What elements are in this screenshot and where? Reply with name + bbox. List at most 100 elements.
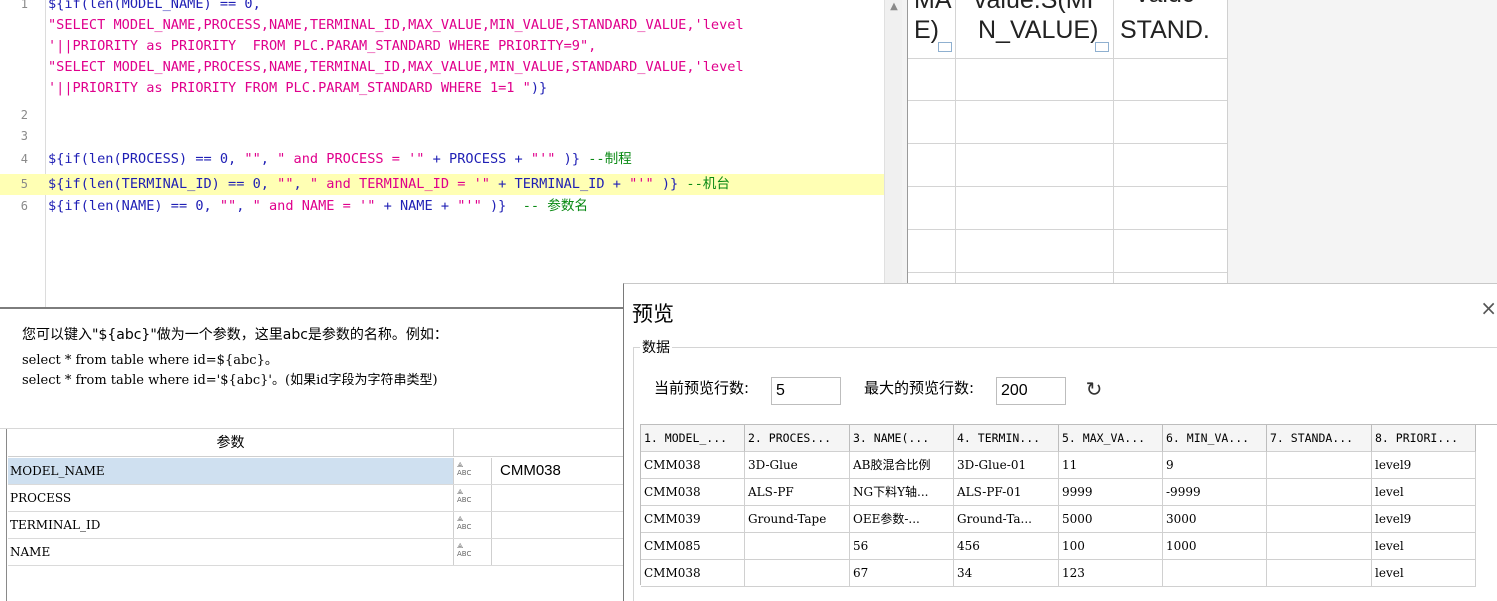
grid-cell: 34: [954, 560, 1059, 587]
close-icon[interactable]: ×: [1480, 296, 1497, 320]
code-token: --制程: [588, 151, 632, 167]
code-token: )}: [555, 151, 589, 167]
column-header[interactable]: 2. PROCES...: [745, 425, 850, 452]
grid-cell: ALS-PF: [745, 479, 850, 506]
parameter-row[interactable]: PROCESS ⟁ ABC: [8, 485, 630, 512]
grid-cell: 11: [1059, 452, 1163, 479]
code-token: "SELECT MODEL_NAME,PROCESS,NAME,TERMINAL…: [48, 17, 744, 33]
hint-line-3: select * from table where id='${abc}'。(如…: [22, 373, 438, 388]
code-token: "'": [629, 176, 654, 192]
code-line[interactable]: '||PRIORITY as PRIORITY FROM PLC.PARAM_S…: [0, 36, 884, 57]
max-rows-label: 最大的预览行数:: [864, 379, 975, 397]
current-rows-input[interactable]: 5: [771, 377, 841, 405]
grid-cell: [1267, 506, 1372, 533]
column-header[interactable]: 4. TERMIN...: [954, 425, 1059, 452]
column-header[interactable]: 1. MODEL_...: [641, 425, 745, 452]
grid-cell: [1267, 533, 1372, 560]
column-header[interactable]: 7. STANDA...: [1267, 425, 1372, 452]
hint-line-1: 您可以键入"${abc}"做为一个参数，这里abc是参数的名称。例如：: [22, 327, 448, 343]
grid-cell: [745, 560, 850, 587]
code-token: " and PROCESS = '": [277, 151, 425, 167]
parameter-name: MODEL_NAME: [8, 458, 454, 484]
code-line[interactable]: '||PRIORITY as PRIORITY FROM PLC.PARAM_S…: [0, 78, 884, 99]
grid-header-checkbox[interactable]: [1095, 42, 1109, 52]
refresh-icon[interactable]: ↻: [1082, 377, 1106, 401]
grid-cell: 3D-Glue: [745, 452, 850, 479]
parameter-value-input[interactable]: [491, 539, 630, 565]
code-text: "SELECT MODEL_NAME,PROCESS,NAME,TERMINAL…: [48, 15, 744, 36]
code-line[interactable]: 3: [0, 126, 884, 147]
line-number: 2: [20, 108, 28, 122]
parameter-value-input[interactable]: CMM038: [491, 458, 630, 484]
dialog-title: 预览: [632, 302, 674, 326]
code-token: " and NAME = '": [252, 198, 376, 214]
grid-row-divider: [908, 272, 1227, 273]
preview-data-grid[interactable]: 1. MODEL_... 2. PROCES... 3. NAME(... 4. TE…: [640, 424, 1497, 587]
grid-header-checkbox[interactable]: [938, 42, 952, 52]
code-token: ,: [260, 151, 278, 167]
group-label: 数据: [640, 337, 672, 357]
parameter-table[interactable]: 参数 MODEL_NAME ⟁ ABC CMM038 PROCESS ⟁ ABC TERMIN…: [0, 428, 630, 601]
code-token: '||PRIORITY as PRIORITY FROM PLC.PARAM_S…: [48, 80, 531, 96]
code-token: '||PRIORITY as PRIORITY FROM PLC.PARAM_S…: [48, 38, 597, 54]
code-token: "SELECT MODEL_NAME,PROCESS,NAME,TERMINAL…: [48, 59, 744, 75]
abc-type-icon[interactable]: ⟁ ABC: [457, 542, 483, 562]
grid-row-divider: [908, 100, 1227, 101]
parameter-hint-panel: 您可以键入"${abc}"做为一个参数，这里abc是参数的名称。例如： sele…: [0, 311, 630, 426]
grid-row-divider: [908, 186, 1227, 187]
abc-type-icon[interactable]: ⟁ ABC: [457, 461, 483, 481]
code-text: "SELECT MODEL_NAME,PROCESS,NAME,TERMINAL…: [48, 57, 744, 78]
max-rows-input[interactable]: 200: [996, 377, 1066, 405]
column-header[interactable]: 3. NAME(...: [850, 425, 954, 452]
code-token: -- 参数名: [522, 198, 589, 214]
code-line[interactable]: 6 ${if(len(NAME) == 0, "", " and NAME = '…: [0, 196, 884, 217]
parameter-row[interactable]: MODEL_NAME ⟁ ABC CMM038: [8, 458, 630, 485]
column-header[interactable]: 6. MIN_VA...: [1163, 425, 1267, 452]
grid-header-1-sub: E): [914, 16, 939, 44]
code-token: ,: [236, 198, 253, 214]
code-token: ,: [293, 176, 310, 192]
editor-vertical-scrollbar[interactable]: ▲: [884, 0, 902, 307]
parameter-value-input[interactable]: [491, 485, 630, 511]
preview-dialog[interactable]: 预览 × 数据 当前预览行数: 5 最大的预览行数: 200 ↻ 1. MODE…: [623, 283, 1497, 601]
parameter-row[interactable]: TERMINAL_ID ⟁ ABC: [8, 512, 630, 539]
grid-cell: level: [1372, 560, 1476, 587]
line-number: 1: [20, 0, 28, 11]
abc-type-icon[interactable]: ⟁ ABC: [457, 488, 483, 508]
grid-cell: Ground-Tape: [745, 506, 850, 533]
code-line[interactable]: 4 ${if(len(PROCESS) == 0, "", " and PROCE…: [0, 149, 884, 170]
line-number: 4: [20, 152, 28, 166]
code-text: '||PRIORITY as PRIORITY FROM PLC.PARAM_S…: [48, 78, 547, 99]
parameter-name: PROCESS: [8, 485, 454, 511]
grid-header-2: value.S(MI: [974, 0, 1094, 14]
column-header[interactable]: 5. MAX_VA...: [1059, 425, 1163, 452]
column-header[interactable]: 8. PRIORI...: [1372, 425, 1476, 452]
grid-cell: 9: [1163, 452, 1267, 479]
grid-header-1: MA: [914, 0, 952, 14]
grid-cell: 9999: [1059, 479, 1163, 506]
hint-line-2: select * from table where id=${abc}。: [22, 353, 278, 368]
abc-type-icon[interactable]: ⟁ ABC: [457, 515, 483, 535]
grid-cell: -9999: [1163, 479, 1267, 506]
grid-cell: 3D-Glue-01: [954, 452, 1059, 479]
parameter-row[interactable]: NAME ⟁ ABC: [8, 539, 630, 566]
code-line[interactable]: "SELECT MODEL_NAME,PROCESS,NAME,TERMINAL…: [0, 15, 884, 36]
parameter-name: TERMINAL_ID: [8, 512, 454, 538]
grid-cell: 123: [1059, 560, 1163, 587]
grid-row-divider: [908, 58, 1227, 59]
parameter-value-input[interactable]: [491, 512, 630, 538]
grid-cell: 1000: [1163, 533, 1267, 560]
grid-cell: level9: [1372, 506, 1476, 533]
code-line[interactable]: 2: [0, 105, 884, 126]
code-token: + TERMINAL_ID +: [489, 176, 630, 192]
code-text: '||PRIORITY as PRIORITY FROM PLC.PARAM_S…: [48, 36, 596, 57]
code-line[interactable]: 1 ${if(len(MODEL_NAME) == 0,: [0, 0, 884, 15]
scroll-up-icon[interactable]: ▲: [885, 0, 903, 16]
code-line[interactable]: "SELECT MODEL_NAME,PROCESS,NAME,TERMINAL…: [0, 57, 884, 78]
sql-editor[interactable]: 1 ${if(len(MODEL_NAME) == 0, "SELECT MODEL…: [0, 0, 908, 309]
code-line[interactable]: 5 ${if(len(TERMINAL_ID) == 0, "", " and T…: [0, 174, 884, 195]
grid-cell: OEE参数-...: [850, 506, 954, 533]
code-token: + PROCESS +: [424, 151, 531, 167]
parameter-table-header: 参数: [8, 429, 630, 457]
code-token: ${if(len(TERMINAL_ID) == 0,: [48, 176, 278, 192]
